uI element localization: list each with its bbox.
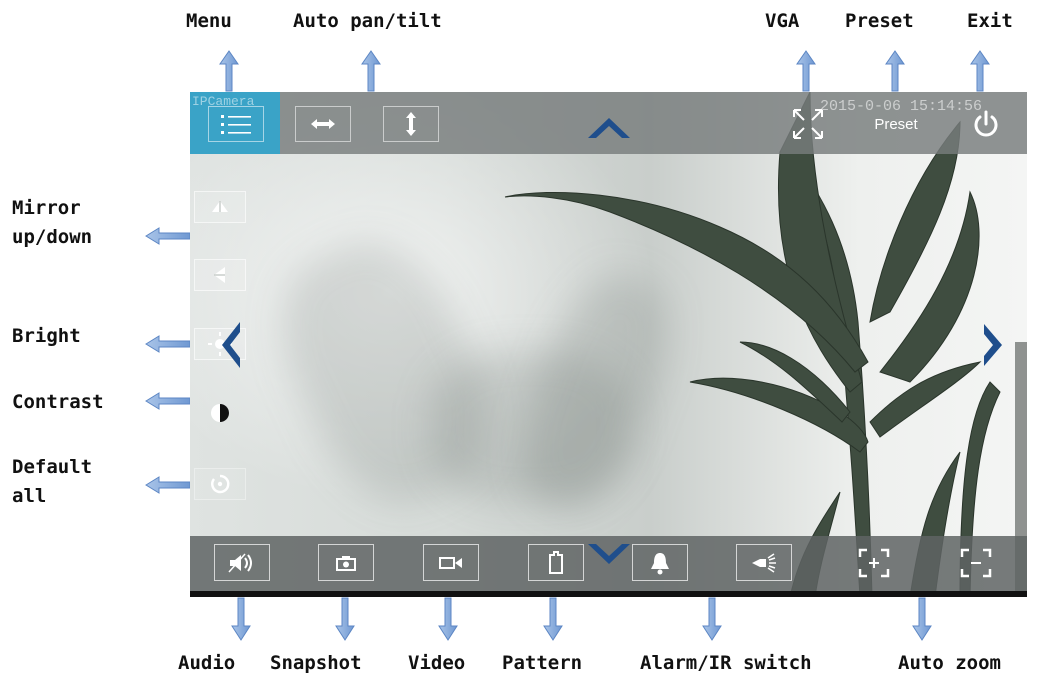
auto-pan-button[interactable] <box>295 106 351 142</box>
vertical-arrows-icon <box>406 112 416 136</box>
ptz-down-arrow-icon[interactable] <box>588 542 630 566</box>
pattern-button[interactable] <box>528 544 584 581</box>
label-exit: Exit <box>967 10 1013 32</box>
callout-arrow-vga <box>796 50 816 92</box>
bottom-edge <box>190 591 1027 597</box>
label-mirror-line2: up/down <box>12 226 93 248</box>
osd-camera-name: IPCamera <box>192 94 255 109</box>
mirror-up-down-button[interactable] <box>194 191 246 223</box>
label-vga: VGA <box>765 10 800 32</box>
label-snapshot: Snapshot <box>270 652 362 674</box>
top-toolbar: IPCamera 2015-0-06 15:14:56 Preset <box>190 92 1027 154</box>
callout-arrow-menu <box>219 50 239 92</box>
horizontal-arrows-icon <box>311 119 335 129</box>
callout-arrow-video <box>438 597 458 641</box>
label-alarm-ir: Alarm/IR switch <box>640 652 812 674</box>
zoom-in-icon <box>858 548 890 577</box>
vga-button[interactable] <box>788 106 828 142</box>
callout-arrow-pan-tilt <box>361 50 381 92</box>
ir-switch-button[interactable] <box>736 544 792 581</box>
video-camera-icon <box>439 556 462 569</box>
camera-view[interactable]: IPCamera 2015-0-06 15:14:56 Preset <box>190 92 1027 597</box>
menu-frame <box>208 106 264 142</box>
camera-icon <box>336 555 356 571</box>
label-default-line1: Default <box>12 456 93 478</box>
label-audio: Audio <box>178 652 236 674</box>
label-auto-pan-tilt: Auto pan/tilt <box>293 10 442 32</box>
contrast-button[interactable] <box>194 397 246 429</box>
exit-button[interactable] <box>958 106 1014 142</box>
pattern-icon <box>549 550 563 574</box>
alarm-button[interactable] <box>632 544 688 581</box>
callout-arrow-mirror <box>145 227 191 245</box>
callout-arrow-contrast <box>145 392 191 410</box>
label-bright: Bright <box>12 325 81 347</box>
speaker-icon <box>228 553 252 572</box>
callout-arrow-default <box>145 476 191 494</box>
label-menu: Menu <box>186 10 232 32</box>
label-pattern: Pattern <box>502 652 583 674</box>
flip-vertical-icon <box>212 201 228 212</box>
ptz-left-arrow-icon[interactable] <box>220 322 242 368</box>
power-icon <box>974 110 998 137</box>
callout-arrow-alarm-ir <box>702 597 722 641</box>
callout-arrow-audio <box>231 597 251 641</box>
auto-tilt-button[interactable] <box>383 106 439 142</box>
callout-arrow-preset <box>885 50 905 92</box>
list-icon <box>221 115 251 134</box>
flip-horizontal-icon <box>214 267 225 283</box>
default-all-button[interactable] <box>194 468 246 500</box>
callout-arrow-bright <box>145 335 191 353</box>
contrast-icon <box>211 404 229 422</box>
callout-arrow-auto-zoom <box>912 597 932 641</box>
ir-light-icon <box>752 552 776 573</box>
audio-button[interactable] <box>214 544 270 581</box>
plant-image <box>504 92 1027 597</box>
label-auto-zoom: Auto zoom <box>898 652 1001 674</box>
label-video: Video <box>408 652 466 674</box>
label-default-line2: all <box>12 485 47 507</box>
fullscreen-icon <box>793 109 823 139</box>
zoom-in-button[interactable] <box>846 544 902 581</box>
label-contrast: Contrast <box>12 391 104 413</box>
bottom-toolbar <box>190 536 1027 597</box>
callout-arrow-snapshot <box>335 597 355 641</box>
ptz-up-arrow-icon[interactable] <box>588 116 630 140</box>
zoom-out-button[interactable] <box>948 544 1004 581</box>
zoom-out-icon <box>960 548 992 577</box>
preset-button[interactable]: Preset <box>866 106 926 142</box>
mirror-left-right-button[interactable] <box>194 259 246 291</box>
callout-arrow-pattern <box>543 597 563 641</box>
label-preset: Preset <box>845 10 914 32</box>
label-mirror-line1: Mirror <box>12 197 81 219</box>
snapshot-button[interactable] <box>318 544 374 581</box>
video-button[interactable] <box>423 544 479 581</box>
ptz-right-arrow-icon[interactable] <box>982 324 1004 366</box>
bell-icon <box>651 552 669 574</box>
callout-arrow-exit <box>970 50 990 92</box>
reset-icon <box>211 474 230 494</box>
